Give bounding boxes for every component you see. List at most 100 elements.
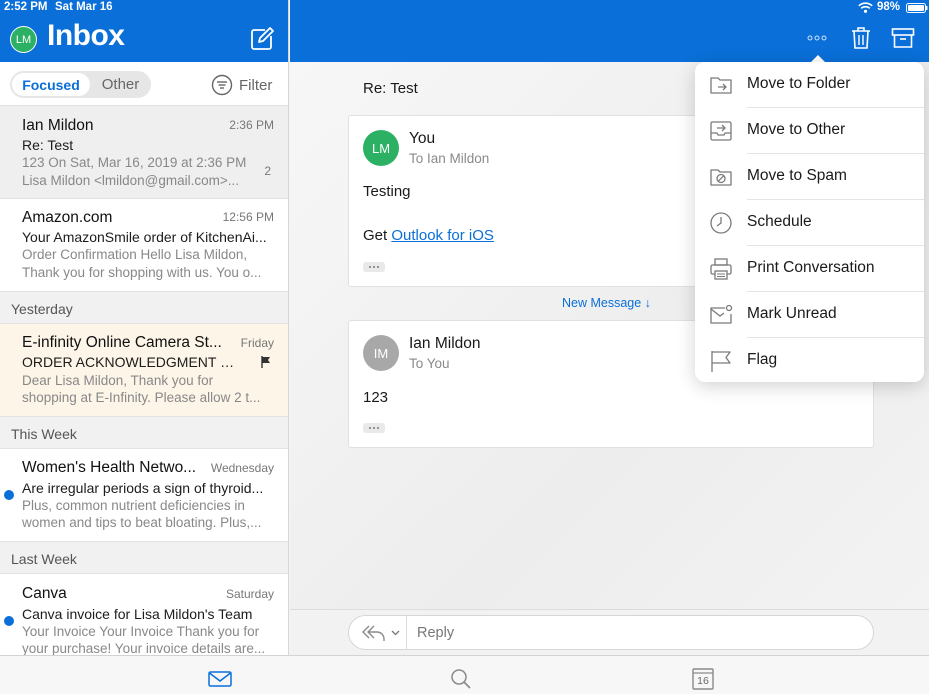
bottom-tab-bar: 16 <box>0 655 929 694</box>
delete-button[interactable] <box>850 26 872 50</box>
wifi-icon <box>858 2 873 13</box>
mail-item-e-infinity[interactable]: E-infinity Online Camera St... Friday OR… <box>0 324 288 417</box>
mail-time: 2:36 PM <box>229 118 274 132</box>
tab-focused[interactable]: Focused <box>12 73 90 96</box>
spam-block-icon <box>710 169 732 186</box>
mail-time: 12:56 PM <box>222 210 274 224</box>
new-message-indicator[interactable]: New Message ↓ <box>562 296 651 310</box>
filter-button[interactable]: Filter <box>211 73 272 97</box>
printer-icon <box>710 258 732 280</box>
message-body-line: Get Outlook for iOS <box>363 227 494 244</box>
message-list-pane: 2:52 PM Sat Mar 16 LM Inbox Focused Othe… <box>0 0 289 655</box>
mail-item-womens-health[interactable]: Women's Health Netwo... Wednesday Are ir… <box>0 449 288 542</box>
conversation-subject: Re: Test <box>363 80 418 97</box>
mail-item-amazon[interactable]: Amazon.com 12:56 PM Your AmazonSmile ord… <box>0 199 288 292</box>
envelope-unread-icon <box>710 304 733 324</box>
mail-preview: 123 On Sat, Mar 16, 2019 at 2:36 PM <box>22 155 247 170</box>
avatar: LM <box>363 130 399 166</box>
message-body-line: 123 <box>363 389 389 406</box>
flag-icon <box>261 356 270 368</box>
section-header-yesterday: Yesterday <box>0 292 288 324</box>
mail-icon <box>208 671 232 687</box>
inbox-tray-icon <box>710 121 732 141</box>
filter-icon <box>211 74 233 96</box>
status-date: Sat Mar 16 <box>55 1 113 13</box>
menu-item-print-conversation[interactable]: Print Conversation <box>695 246 924 292</box>
tab-calendar[interactable]: 16 <box>692 666 714 690</box>
show-quoted-text-button[interactable] <box>363 423 385 433</box>
mail-sender: Ian Mildon <box>22 117 94 134</box>
reply-input[interactable]: Reply <box>348 615 874 650</box>
filter-bar: Focused Other Filter <box>0 62 288 106</box>
mail-time: Saturday <box>225 587 274 601</box>
account-avatar[interactable]: LM <box>10 26 37 53</box>
menu-item-label: Move to Folder <box>747 75 851 92</box>
focused-other-toggle: Focused Other <box>10 71 151 98</box>
menu-item-label: Mark Unread <box>747 305 837 322</box>
battery-percent: 98% <box>877 1 901 13</box>
reply-action-button[interactable] <box>349 616 407 649</box>
compose-icon <box>251 27 274 50</box>
mail-subject: Your AmazonSmile order of KitchenAi... <box>22 229 267 245</box>
mail-preview: Dear Lisa Mildon, Thank you for <box>22 373 214 388</box>
menu-item-label: Move to Other <box>747 121 846 138</box>
archive-box-icon <box>891 28 915 48</box>
page-title: Inbox <box>47 19 125 52</box>
archive-button[interactable] <box>891 27 915 49</box>
battery-icon <box>906 3 928 13</box>
filter-label: Filter <box>239 76 273 94</box>
reading-pane-header: 98% <box>290 0 929 62</box>
inbox-header: 2:52 PM Sat Mar 16 LM Inbox <box>0 0 288 62</box>
menu-item-label: Print Conversation <box>747 259 875 276</box>
menu-item-flag[interactable]: Flag <box>695 338 924 384</box>
mail-item-canva[interactable]: Canva Saturday Canva invoice for Lisa Mi… <box>0 574 288 655</box>
mail-preview: your purchase! Your invoice details are.… <box>22 641 266 655</box>
mail-item-ian-mildon[interactable]: Ian Mildon 2:36 PM Re: Test 123 On Sat, … <box>0 106 288 199</box>
outlook-ios-link[interactable]: Outlook for iOS <box>391 227 494 244</box>
more-options-button[interactable] <box>805 30 829 46</box>
compose-button[interactable] <box>249 26 275 52</box>
message-recipients: To You <box>409 356 450 371</box>
mail-subject: Canva invoice for Lisa Mildon's Team <box>22 606 253 622</box>
mail-preview: Lisa Mildon <lmildon@gmail.com>... <box>22 173 240 188</box>
thread-count: 2 <box>264 164 271 178</box>
mail-subject: ORDER ACKNOWLEDGMENT #8... <box>22 354 237 370</box>
message-body-line: Testing <box>363 183 411 200</box>
tab-search[interactable] <box>450 668 472 690</box>
more-horizontal-icon <box>807 35 827 41</box>
mail-sender: E-infinity Online Camera St... <box>22 334 222 351</box>
mail-preview: Thank you for shopping with us. You o... <box>22 265 262 280</box>
mail-sender: Canva <box>22 585 67 602</box>
message-recipients: To Ian Mildon <box>409 151 490 166</box>
mail-preview: Plus, common nutrient deficiencies in <box>22 498 245 513</box>
mail-subject: Re: Test <box>22 137 74 153</box>
message-sender: You <box>409 130 436 147</box>
clock-icon <box>710 212 732 234</box>
menu-item-move-to-spam[interactable]: Move to Spam <box>695 154 924 200</box>
menu-item-move-to-folder[interactable]: Move to Folder <box>695 62 924 108</box>
section-header-last-week: Last Week <box>0 542 288 574</box>
mail-preview: Order Confirmation Hello Lisa Mildon, <box>22 247 248 262</box>
unread-dot <box>4 490 14 500</box>
tab-mail[interactable] <box>208 670 232 688</box>
menu-item-move-to-other[interactable]: Move to Other <box>695 108 924 154</box>
chevron-down-icon <box>391 630 400 636</box>
reply-all-icon <box>362 625 385 641</box>
message-sender: Ian Mildon <box>409 335 481 352</box>
mail-time: Friday <box>240 336 274 350</box>
menu-item-schedule[interactable]: Schedule <box>695 200 924 246</box>
calendar-day: 16 <box>697 675 709 687</box>
menu-item-label: Move to Spam <box>747 167 847 184</box>
mail-sender: Amazon.com <box>22 209 113 226</box>
tab-other[interactable]: Other <box>92 73 149 96</box>
menu-item-mark-unread[interactable]: Mark Unread <box>695 292 924 338</box>
mail-subject: Are irregular periods a sign of thyroid.… <box>22 480 264 496</box>
search-icon <box>451 669 471 689</box>
menu-item-label: Schedule <box>747 213 812 230</box>
flag-icon <box>711 351 731 372</box>
show-quoted-text-button[interactable] <box>363 262 385 272</box>
section-header-this-week: This Week <box>0 417 288 449</box>
more-actions-menu: Move to Folder Move to Other Move to Spa… <box>695 62 924 382</box>
avatar: IM <box>363 335 399 371</box>
mail-preview: women and tips to beat bloating. Plus,..… <box>22 515 262 530</box>
